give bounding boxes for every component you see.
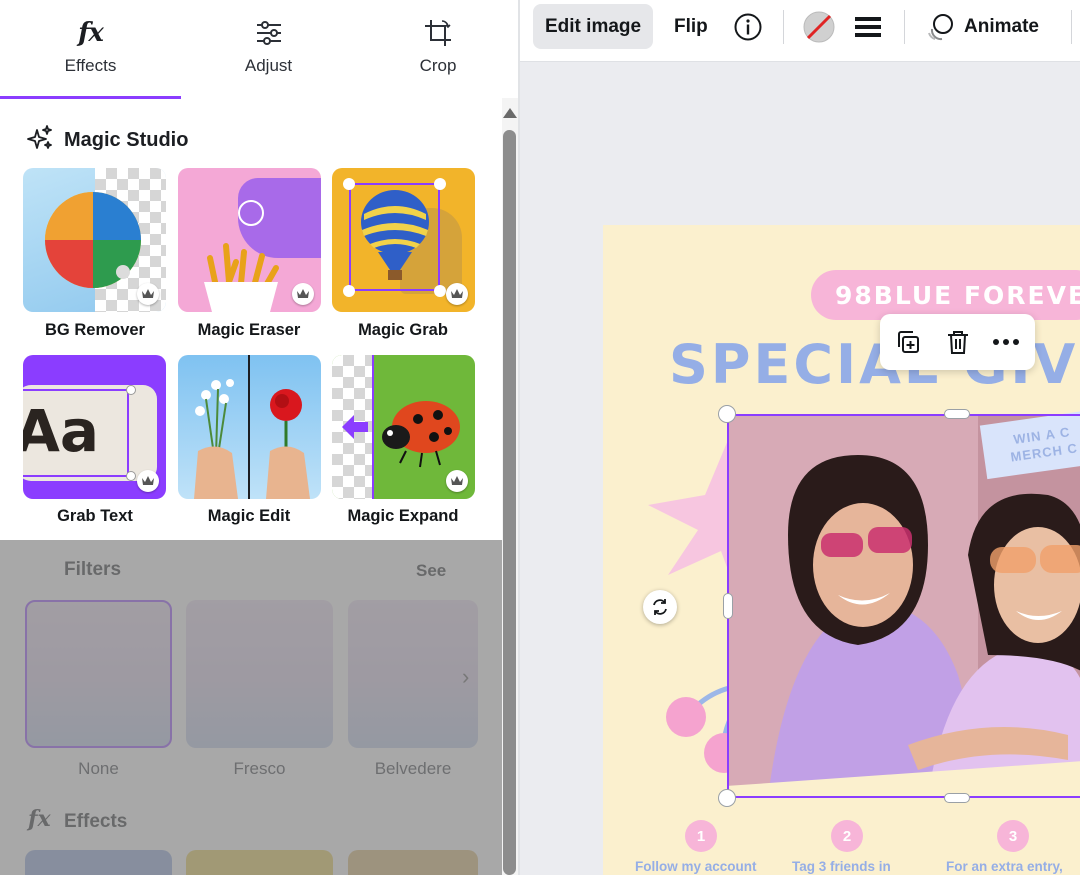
tool-label: Magic Grab [358, 321, 448, 339]
sliders-icon [254, 16, 284, 50]
tab-label: Effects [64, 56, 117, 75]
tool-label: BG Remover [45, 321, 145, 339]
side-panel: fx Effects Adjust Crop Magic Studio BG R… [0, 0, 520, 875]
design-badge[interactable]: 98BLUE FOREVER [811, 270, 1080, 320]
magic-grab-tile[interactable] [332, 168, 475, 312]
grab-text-tile[interactable]: Aa [23, 355, 166, 499]
chevron-right-icon[interactable]: › [462, 664, 469, 690]
step-text: Follow my account [635, 859, 757, 874]
magic-expand-tile[interactable] [332, 355, 475, 499]
expand-arrow-icon [342, 415, 368, 439]
effect-thumb[interactable] [186, 850, 333, 875]
context-toolbar: Edit image Flip Animate [520, 0, 1080, 62]
tab-adjust[interactable]: Adjust [181, 0, 356, 98]
filter-thumb-none[interactable] [25, 600, 172, 748]
fx-icon: fx [78, 18, 104, 48]
more-options-icon[interactable] [990, 326, 1022, 358]
step-number: 1 [685, 820, 717, 852]
magic-edit-tile[interactable] [178, 355, 321, 499]
resize-handle-top[interactable] [944, 409, 970, 419]
element-floating-toolbar [880, 314, 1035, 370]
filters-title: Filters [64, 559, 122, 580]
tool-label: Magic Eraser [197, 321, 301, 339]
flowers-image [194, 379, 310, 499]
step-number: 3 [997, 820, 1029, 852]
transparency-icon[interactable] [802, 4, 836, 49]
panel-tabs: fx Effects Adjust Crop [0, 0, 520, 99]
step-text: Tag 3 friends in [792, 859, 891, 874]
panel-divider [518, 0, 520, 875]
magic-studio-header: Magic Studio [26, 124, 188, 157]
resize-handle-left[interactable] [723, 593, 733, 619]
filters-section: Filters See None Fresco Belvedere › fx E… [0, 540, 504, 875]
tab-crop[interactable]: Crop [356, 0, 520, 98]
step-text: For an extra entry, [946, 859, 1063, 874]
effects-section-title: Effects [64, 811, 128, 832]
duplicate-icon[interactable] [892, 326, 924, 358]
resize-handle-bottom-left[interactable] [718, 789, 736, 807]
animate-button[interactable]: Animate [924, 4, 1039, 49]
hot-air-balloon-image [361, 190, 429, 280]
resize-handle-top-left[interactable] [718, 405, 736, 423]
tab-label: Crop [419, 56, 457, 75]
crop-icon [422, 16, 454, 50]
grab-text-preview: Aa [23, 397, 100, 465]
ladybug-image [382, 401, 460, 468]
crown-icon [292, 283, 314, 305]
magic-studio-title: Magic Studio [64, 129, 189, 151]
active-tab-indicator [0, 96, 181, 99]
flip-button[interactable]: Flip [674, 4, 708, 49]
tool-label: Grab Text [57, 507, 133, 525]
filter-label: Belvedere [374, 759, 452, 778]
crown-icon [137, 470, 159, 492]
sparkle-icon [26, 124, 54, 157]
beach-ball-image [45, 192, 141, 288]
effect-thumb[interactable] [25, 850, 172, 875]
info-icon[interactable] [733, 4, 763, 49]
crown-icon [446, 470, 468, 492]
fx-icon: fx [28, 806, 51, 832]
scroll-up-arrow-icon[interactable] [503, 108, 517, 118]
tool-label: Magic Expand [347, 507, 459, 525]
see-all-link[interactable]: See [416, 561, 446, 581]
magic-eraser-tile[interactable] [178, 168, 321, 312]
animate-icon [924, 11, 956, 43]
filter-thumb-belvedere[interactable] [348, 600, 478, 748]
filter-thumb-fresco[interactable] [186, 600, 333, 748]
rotate-handle-icon[interactable] [643, 590, 677, 624]
fries-image [204, 243, 279, 312]
resize-handle-bottom[interactable] [944, 793, 970, 803]
border-style-icon[interactable] [854, 4, 882, 49]
crown-icon [446, 283, 468, 305]
crown-icon [137, 283, 159, 305]
tool-label: Magic Edit [207, 507, 291, 525]
tab-label: Adjust [244, 56, 293, 75]
bg-remover-tile[interactable] [23, 168, 166, 312]
filter-label: None [78, 759, 119, 778]
effect-thumb[interactable] [348, 850, 478, 875]
tab-effects[interactable]: fx Effects [0, 0, 181, 98]
trash-icon[interactable] [942, 326, 974, 358]
filter-label: Fresco [233, 759, 286, 778]
scrollbar-thumb[interactable] [503, 130, 516, 875]
edit-image-button[interactable]: Edit image [533, 4, 654, 49]
animate-label: Animate [964, 15, 1039, 37]
step-number: 2 [831, 820, 863, 852]
